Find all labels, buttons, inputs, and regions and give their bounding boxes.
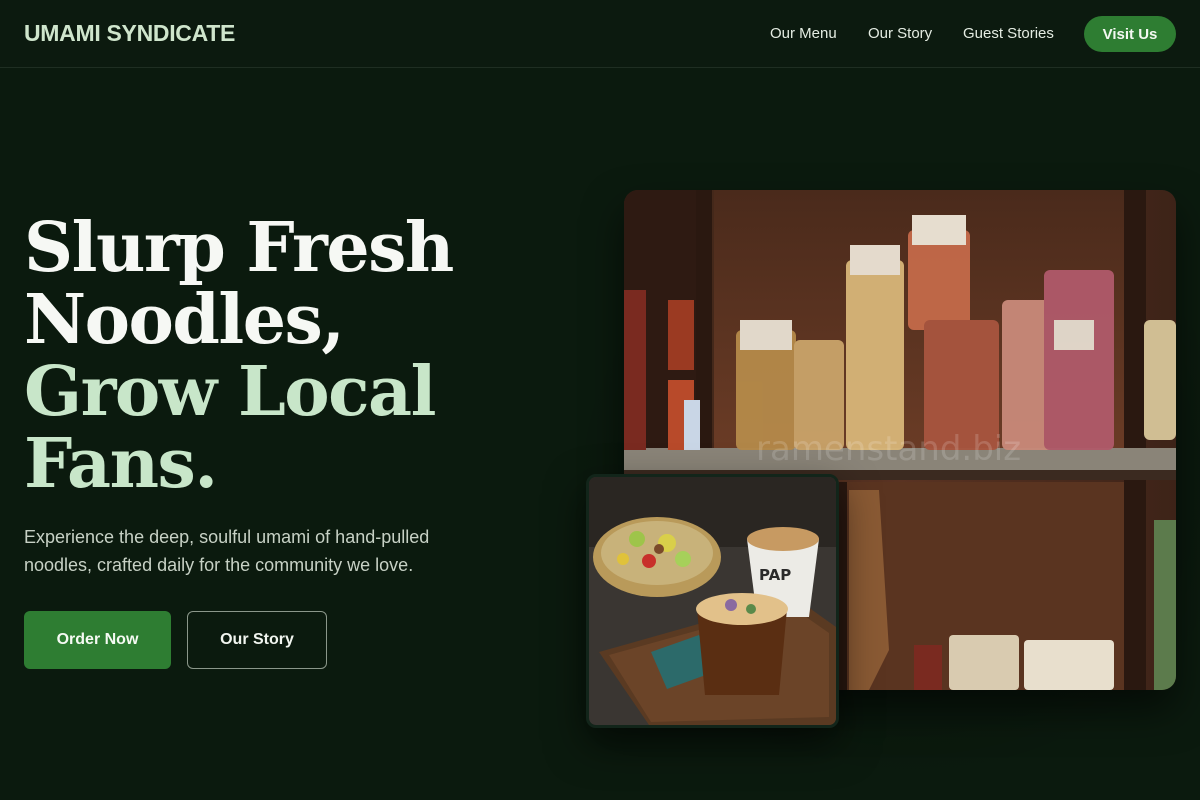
main-image-watermark: ramenstand.biz <box>756 429 1021 469</box>
hero-title-line-2: Noodles, <box>24 280 345 360</box>
hero-title-line-3: Grow Local <box>24 352 436 432</box>
visit-us-button[interactable]: Visit Us <box>1084 16 1176 52</box>
cup-label: PAP <box>759 566 791 584</box>
hero-title: Slurp Fresh Noodles, Grow Local Fans. <box>24 212 564 500</box>
site-header: UMAMI SYNDICATE Our Menu Our Story Guest… <box>0 0 1200 68</box>
order-now-button[interactable]: Order Now <box>24 611 171 669</box>
nav-link-our-story[interactable]: Our Story <box>868 25 932 42</box>
hero-title-line-1: Slurp Fresh <box>24 208 454 288</box>
brand-logo[interactable]: UMAMI SYNDICATE <box>24 20 235 47</box>
hero-secondary-image: PAP <box>586 474 839 728</box>
noodle-bowl-illustration: PAP <box>589 477 836 725</box>
hero-title-line-4: Fans. <box>24 424 218 504</box>
nav-link-guest-stories[interactable]: Guest Stories <box>963 25 1054 42</box>
our-story-button[interactable]: Our Story <box>187 611 327 669</box>
hero-description: Experience the deep, soulful umami of ha… <box>24 527 430 575</box>
nav-link-our-menu[interactable]: Our Menu <box>770 25 837 42</box>
